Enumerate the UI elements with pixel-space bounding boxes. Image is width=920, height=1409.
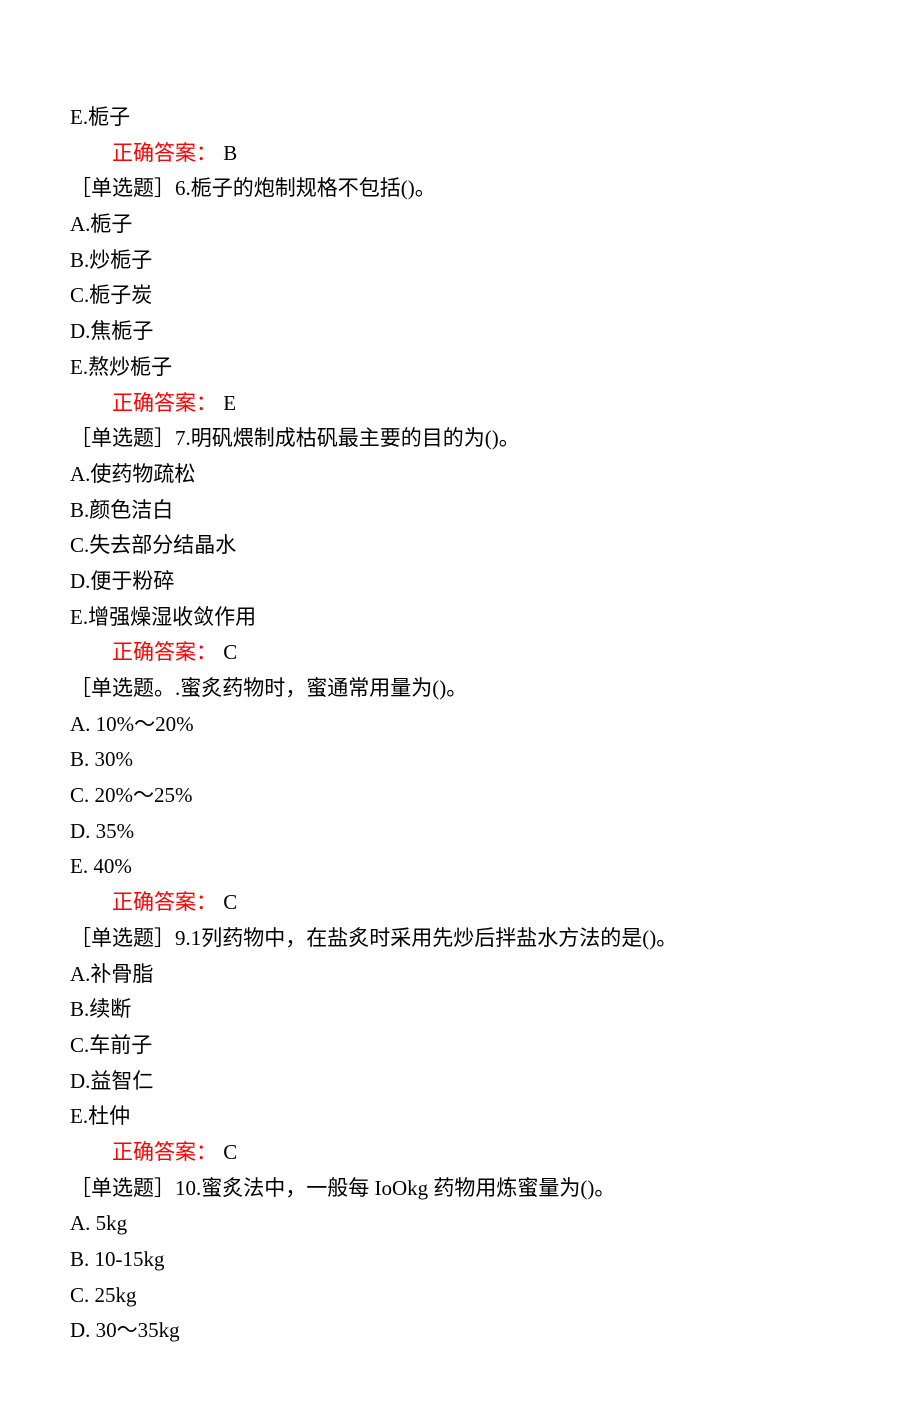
option-e: E.增强燥湿收敛作用 (70, 600, 850, 636)
option-b: B.续断 (70, 992, 850, 1028)
question-prompt: ［单选题。.蜜炙药物时，蜜通常用量为()。 (70, 671, 850, 707)
answer-value: C (223, 890, 237, 914)
option-b: B. 30% (70, 742, 850, 778)
option-a: A.栀子 (70, 207, 850, 243)
option-d: D.便于粉碎 (70, 564, 850, 600)
question-prompt: ［单选题］6.栀子的炮制规格不包括()。 (70, 171, 850, 207)
option-b: B.炒栀子 (70, 243, 850, 279)
option-e: E.熬炒栀子 (70, 350, 850, 386)
answer-line: 正确答案：C (70, 1135, 850, 1171)
option-d: D. 30～35kg (70, 1313, 850, 1349)
option-e: E.栀子 (70, 100, 850, 136)
question-prompt: ［单选题］9.1列药物中，在盐炙时采用先炒后拌盐水方法的是()。 (70, 921, 850, 957)
option-a: A.使药物疏松 (70, 457, 850, 493)
answer-label: 正确答案： (112, 640, 217, 664)
question-prompt: ［单选题］10.蜜炙法中，一般每 IoOkg 药物用炼蜜量为()。 (70, 1171, 850, 1207)
option-c: C. 20%～25% (70, 778, 850, 814)
option-c: C.栀子炭 (70, 278, 850, 314)
option-d: D. 35% (70, 814, 850, 850)
option-a: A. 10%～20% (70, 707, 850, 743)
option-a: A.补骨脂 (70, 957, 850, 993)
answer-line: 正确答案：C (70, 885, 850, 921)
option-b: B. 10-15kg (70, 1242, 850, 1278)
answer-label: 正确答案： (112, 141, 217, 165)
answer-value: C (223, 640, 237, 664)
answer-value: B (223, 141, 237, 165)
answer-label: 正确答案： (112, 890, 217, 914)
option-c: C.失去部分结晶水 (70, 528, 850, 564)
answer-line: 正确答案：E (70, 386, 850, 422)
option-e: E. 40% (70, 849, 850, 885)
answer-label: 正确答案： (112, 1140, 217, 1164)
answer-value: E (223, 391, 236, 415)
option-c: C. 25kg (70, 1278, 850, 1314)
option-d: D.焦栀子 (70, 314, 850, 350)
option-d: D.益智仁 (70, 1064, 850, 1100)
option-c: C.车前子 (70, 1028, 850, 1064)
answer-label: 正确答案： (112, 391, 217, 415)
option-e: E.杜仲 (70, 1099, 850, 1135)
answer-value: C (223, 1140, 237, 1164)
answer-line: 正确答案：B (70, 136, 850, 172)
question-prompt: ［单选题］7.明矾煨制成枯矾最主要的目的为()。 (70, 421, 850, 457)
option-a: A. 5kg (70, 1206, 850, 1242)
option-b: B.颜色洁白 (70, 493, 850, 529)
answer-line: 正确答案：C (70, 635, 850, 671)
